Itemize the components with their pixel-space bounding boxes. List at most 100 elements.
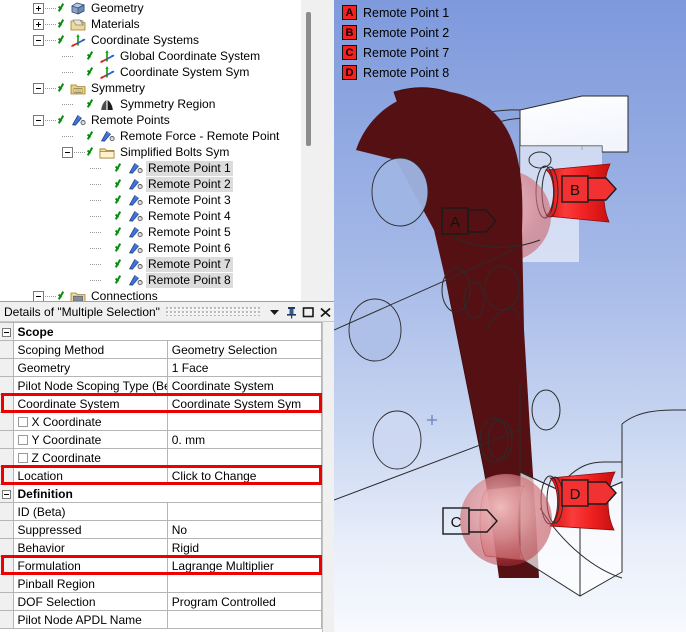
tree-item-global-coordinate-system[interactable]: Global Coordinate System	[0, 48, 309, 64]
tree-item-remote-point-1[interactable]: Remote Point 1	[0, 160, 309, 176]
details-property-value[interactable]: No	[166, 520, 323, 539]
legend-label: Remote Point 1	[363, 5, 450, 20]
details-row-gutter	[0, 340, 14, 359]
outline-tree[interactable]: Geometry Materials Coordinate Systems Globa…	[0, 0, 309, 301]
collapse-icon[interactable]	[33, 82, 44, 94]
tree-item-remote-point-3[interactable]: Remote Point 3	[0, 192, 309, 208]
details-property-name: ID (Beta)	[12, 502, 168, 521]
details-property-value[interactable]: 0. mm	[166, 430, 323, 449]
details-property-value[interactable]: Lagrange Multiplier	[166, 556, 323, 575]
tree-item-label: Remote Points	[91, 112, 170, 127]
tree-item-connections[interactable]: Connections	[0, 288, 309, 301]
check-icon	[114, 225, 126, 239]
check-icon	[86, 65, 98, 79]
svg-text:A: A	[450, 214, 460, 231]
details-property-value[interactable]: 1 Face	[166, 358, 323, 377]
tree-item-remote-point-4[interactable]: Remote Point 4	[0, 208, 309, 224]
details-row[interactable]: Location Click to Change	[0, 466, 323, 485]
tree-item-coordinate-system-sym[interactable]: Coordinate System Sym	[0, 64, 309, 80]
pin-icon[interactable]	[283, 303, 300, 321]
tree-item-geometry[interactable]: Geometry	[0, 0, 309, 16]
tree-item-remote-force-remote-point[interactable]: Remote Force - Remote Point	[0, 128, 309, 144]
checkbox[interactable]	[17, 416, 28, 427]
tree-item-label: Remote Point 4	[148, 208, 231, 223]
remote-point-c-scoping	[460, 474, 552, 566]
close-icon[interactable]	[317, 303, 334, 321]
maximize-icon[interactable]	[300, 303, 317, 321]
tree-item-remote-points[interactable]: Remote Points	[0, 112, 309, 128]
details-property-value[interactable]: Click to Change	[166, 466, 323, 485]
tree-connector	[90, 192, 114, 208]
details-row[interactable]: Formulation Lagrange Multiplier	[0, 556, 323, 575]
details-row[interactable]: ID (Beta)	[0, 502, 323, 521]
tree-item-symmetry-region[interactable]: Symmetry Region	[0, 96, 309, 112]
details-row-gutter	[0, 574, 14, 593]
tree-item-label: Materials	[91, 16, 140, 31]
details-row[interactable]: Geometry 1 Face	[0, 358, 323, 377]
details-property-value[interactable]	[166, 610, 323, 629]
chevron-down-icon[interactable]	[266, 303, 283, 321]
details-table-container[interactable]: Scope Scoping Method Geometry Selection Geo…	[0, 322, 334, 632]
collapse-icon[interactable]	[33, 114, 44, 126]
tree-item-remote-point-2[interactable]: Remote Point 2	[0, 176, 309, 192]
details-table: Scope Scoping Method Geometry Selection Geo…	[0, 322, 323, 629]
scene-tag-d: D	[561, 479, 617, 507]
details-property-value[interactable]: Program Controlled	[166, 592, 323, 611]
section-collapse-icon[interactable]	[0, 484, 14, 503]
checkbox[interactable]	[17, 452, 28, 463]
details-row[interactable]: Behavior Rigid	[0, 538, 323, 557]
coord-system-icon	[99, 65, 115, 80]
details-row-gutter	[0, 502, 14, 521]
symmetry-folder-icon	[70, 81, 86, 96]
section-collapse-icon[interactable]	[0, 322, 14, 341]
details-row[interactable]: Definition	[0, 484, 322, 503]
tree-item-remote-point-5[interactable]: Remote Point 5	[0, 224, 309, 240]
details-row[interactable]: Z Coordinate	[0, 448, 323, 467]
checkbox[interactable]	[17, 434, 28, 445]
tree-item-label: Remote Point 6	[148, 240, 231, 255]
collapse-icon[interactable]	[33, 290, 44, 301]
details-row[interactable]: DOF Selection Program Controlled	[0, 592, 323, 611]
tree-item-remote-point-7[interactable]: Remote Point 7	[0, 256, 309, 272]
details-row[interactable]: Pilot Node Scoping Type (Beta)Coordinate…	[0, 376, 323, 395]
details-row[interactable]: Pilot Node APDL Name	[0, 610, 323, 629]
expand-icon[interactable]	[33, 2, 44, 14]
tree-item-remote-point-6[interactable]: Remote Point 6	[0, 240, 309, 256]
details-row[interactable]: Scope	[0, 322, 322, 341]
details-property-value[interactable]	[166, 574, 323, 593]
tree-item-coordinate-systems[interactable]: Coordinate Systems	[0, 32, 309, 48]
tree-item-materials[interactable]: Materials	[0, 16, 309, 32]
graphics-viewport[interactable]: A B C D ARemote Point 1BRemote Point	[334, 0, 686, 632]
details-row[interactable]: Scoping Method Geometry Selection	[0, 340, 323, 359]
left-pane: Geometry Materials Coordinate Systems Globa…	[0, 0, 334, 632]
details-row[interactable]: Coordinate System Coordinate System Sym	[0, 394, 323, 413]
tree-item-symmetry[interactable]: Symmetry	[0, 80, 309, 96]
tree-item-simplified-bolts-sym[interactable]: Simplified Bolts Sym	[0, 144, 309, 160]
tree-item-remote-point-8[interactable]: Remote Point 8	[0, 272, 309, 288]
details-property-value[interactable]: Coordinate System Sym	[166, 394, 323, 413]
details-property-name: Formulation	[12, 556, 168, 575]
details-row[interactable]: Suppressed No	[0, 520, 323, 539]
collapse-icon[interactable]	[62, 146, 73, 158]
details-property-value[interactable]	[166, 502, 323, 521]
remote-point-icon	[127, 161, 143, 176]
details-row[interactable]: Y Coordinate 0. mm	[0, 430, 323, 449]
details-property-value[interactable]: Coordinate System	[166, 376, 323, 395]
details-property-value[interactable]	[166, 412, 323, 431]
tree-item-label: Symmetry Region	[120, 96, 216, 111]
details-row[interactable]: Pinball Region	[0, 574, 323, 593]
tree-scrollbar-thumb[interactable]	[306, 12, 311, 146]
expand-icon[interactable]	[33, 18, 44, 30]
tree-vertical-scrollbar[interactable]	[301, 0, 318, 301]
details-gutter	[322, 322, 334, 632]
collapse-icon[interactable]	[33, 34, 44, 46]
details-property-value[interactable]	[166, 448, 323, 467]
details-property-value[interactable]: Geometry Selection	[166, 340, 323, 359]
details-row[interactable]: X Coordinate	[0, 412, 323, 431]
details-property-value[interactable]: Rigid	[166, 538, 323, 557]
details-row-gutter	[0, 556, 14, 575]
